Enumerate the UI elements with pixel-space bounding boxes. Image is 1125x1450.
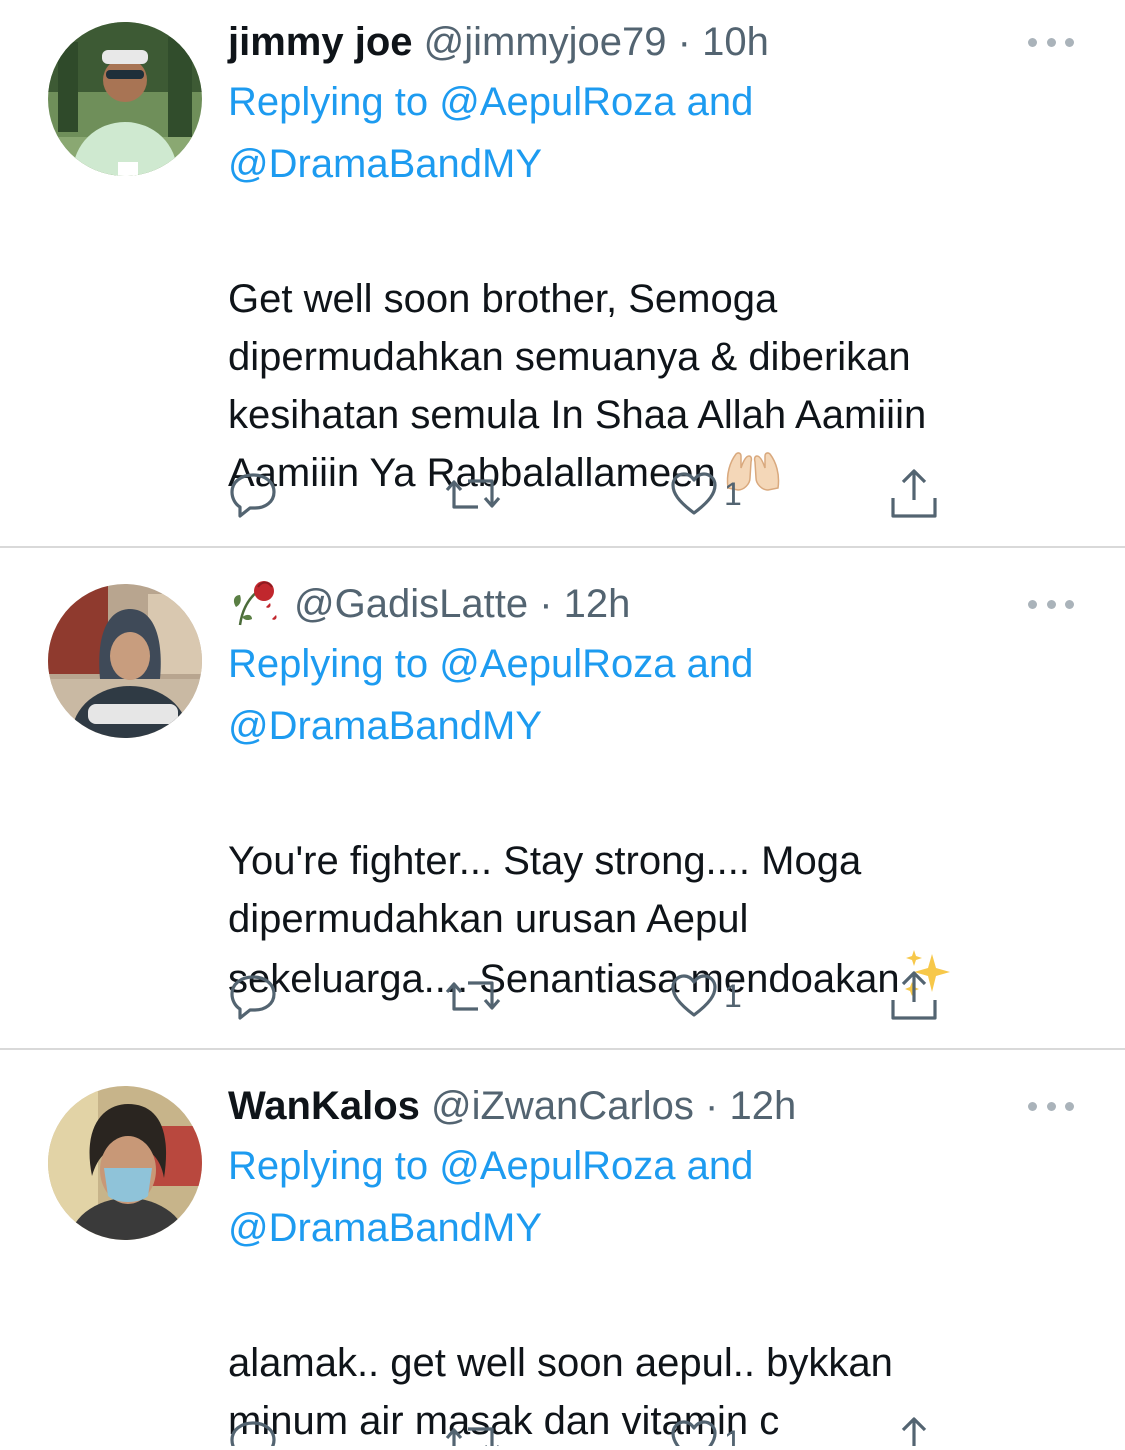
like-button[interactable]: 1 bbox=[670, 1412, 742, 1446]
heart-icon bbox=[671, 974, 717, 1017]
replying-to-label: Replying to bbox=[228, 80, 440, 124]
tweet[interactable]: WanKalos @iZwanCarlos · 12h Replying to … bbox=[0, 1050, 1125, 1446]
user-handle[interactable]: @jimmyjoe79 bbox=[424, 20, 667, 64]
reply-button[interactable] bbox=[228, 966, 278, 1026]
more-horizontal-icon[interactable] bbox=[1028, 596, 1074, 612]
reply-icon bbox=[230, 473, 276, 518]
retweet-icon bbox=[445, 981, 501, 1011]
replying-to-label: Replying to bbox=[228, 1144, 440, 1188]
heart-icon bbox=[671, 1420, 717, 1446]
separator-dot: · bbox=[677, 20, 691, 64]
share-button[interactable] bbox=[888, 1412, 940, 1446]
reply-icon bbox=[230, 975, 276, 1020]
mention-link[interactable]: @DramaBandMY bbox=[228, 1206, 542, 1250]
replying-and-label: and bbox=[675, 80, 754, 124]
tweet-header: WanKalos @iZwanCarlos · 12h bbox=[228, 1078, 796, 1134]
share-icon bbox=[901, 1417, 927, 1446]
tweet[interactable]: jimmy joe @jimmyjoe79 · 10h Replying to … bbox=[0, 0, 1125, 546]
tweet-header: jimmy joe @jimmyjoe79 · 10h bbox=[228, 14, 769, 70]
tweet-actions: 1 bbox=[0, 464, 1125, 524]
avatar[interactable] bbox=[48, 1086, 202, 1240]
user-handle[interactable]: @iZwanCarlos bbox=[431, 1084, 694, 1128]
heart-icon bbox=[671, 472, 717, 515]
user-handle[interactable]: @GadisLatte bbox=[294, 582, 528, 626]
retweet-button[interactable] bbox=[444, 1412, 502, 1446]
replying-to-continued: @DramaBandMY bbox=[228, 1198, 542, 1258]
more-horizontal-icon[interactable] bbox=[1028, 1098, 1074, 1114]
like-button[interactable]: 1 bbox=[670, 464, 742, 524]
replying-and-label: and bbox=[675, 642, 754, 686]
separator-dot: · bbox=[705, 1084, 719, 1128]
reply-button[interactable] bbox=[228, 1412, 278, 1446]
wilted-rose-emoji bbox=[228, 577, 284, 642]
replying-and-label: and bbox=[675, 1144, 754, 1188]
replying-to-label: Replying to bbox=[228, 642, 440, 686]
replying-to: Replying to @AepulRoza and bbox=[228, 634, 753, 694]
replying-to: Replying to @AepulRoza and bbox=[228, 72, 753, 132]
share-icon bbox=[891, 469, 937, 518]
timestamp[interactable]: 10h bbox=[702, 20, 769, 64]
mention-link[interactable]: @AepulRoza bbox=[439, 80, 675, 124]
tweet-actions: 1 bbox=[0, 966, 1125, 1026]
tweet-header: @GadisLatte · 12h bbox=[228, 576, 630, 632]
replying-to: Replying to @AepulRoza and bbox=[228, 1136, 753, 1196]
like-count: 1 bbox=[724, 977, 742, 1014]
replying-to-continued: @DramaBandMY bbox=[228, 696, 542, 756]
separator-dot: · bbox=[539, 582, 553, 626]
tweet-body: Get well soon brother, Semoga dipermudah… bbox=[228, 277, 927, 495]
timestamp[interactable]: 12h bbox=[729, 1084, 796, 1128]
retweet-icon bbox=[445, 1427, 499, 1446]
mention-link[interactable]: @DramaBandMY bbox=[228, 704, 542, 748]
retweet-button[interactable] bbox=[444, 966, 502, 1026]
mention-link[interactable]: @AepulRoza bbox=[439, 1144, 675, 1188]
retweet-button[interactable] bbox=[444, 464, 502, 524]
mention-link[interactable]: @DramaBandMY bbox=[228, 142, 542, 186]
reply-icon bbox=[230, 1421, 276, 1446]
like-count: 1 bbox=[724, 1423, 742, 1447]
tweet[interactable]: @GadisLatte · 12h Replying to @AepulRoza… bbox=[0, 548, 1125, 1048]
display-name[interactable]: jimmy joe bbox=[228, 20, 413, 64]
mention-link[interactable]: @AepulRoza bbox=[439, 642, 675, 686]
like-count: 1 bbox=[724, 475, 742, 512]
reply-button[interactable] bbox=[228, 464, 278, 524]
avatar[interactable] bbox=[48, 22, 202, 176]
like-button[interactable]: 1 bbox=[670, 966, 742, 1026]
share-button[interactable] bbox=[888, 464, 940, 524]
timestamp[interactable]: 12h bbox=[564, 582, 631, 626]
more-horizontal-icon[interactable] bbox=[1028, 34, 1074, 50]
retweet-icon bbox=[445, 479, 501, 509]
tweet-actions: 1 bbox=[0, 1412, 1125, 1446]
display-name[interactable]: WanKalos bbox=[228, 1084, 420, 1128]
replying-to-continued: @DramaBandMY bbox=[228, 134, 542, 194]
share-icon bbox=[891, 971, 937, 1020]
share-button[interactable] bbox=[888, 966, 940, 1026]
avatar[interactable] bbox=[48, 584, 202, 738]
